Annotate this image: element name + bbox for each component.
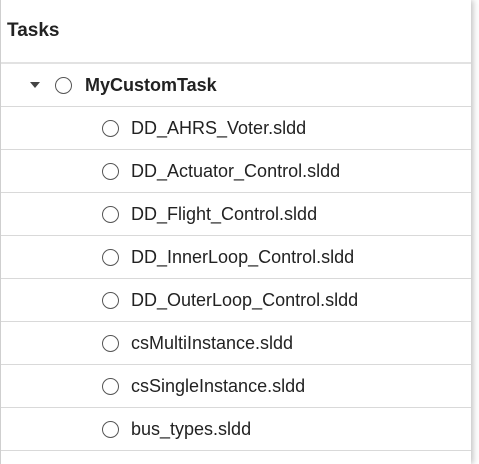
tree-row-child[interactable]: DD_Flight_Control.sldd <box>1 193 471 236</box>
radio-button[interactable] <box>102 162 119 180</box>
tree-row-label: DD_Actuator_Control.sldd <box>131 160 341 181</box>
radio-button[interactable] <box>102 420 119 438</box>
tree-row-label: DD_AHRS_Voter.sldd <box>131 117 307 138</box>
radio-button[interactable] <box>102 334 119 352</box>
tree-row-child[interactable]: DD_AHRS_Voter.sldd <box>1 107 471 150</box>
tree-row-child[interactable]: bus_types.sldd <box>1 408 471 451</box>
tree-row-label: bus_types.sldd <box>131 418 252 439</box>
task-tree: MyCustomTask DD_AHRS_Voter.sldd DD_Actua… <box>1 64 471 451</box>
caret-down-icon[interactable] <box>29 79 41 91</box>
tree-row-label: csMultiInstance.sldd <box>131 332 294 353</box>
tree-row-child[interactable]: csMultiInstance.sldd <box>1 322 471 365</box>
radio-button[interactable] <box>102 205 119 223</box>
tree-row-label: MyCustomTask <box>85 74 217 95</box>
tree-row-child[interactable]: DD_OuterLoop_Control.sldd <box>1 279 471 322</box>
tree-row-label: csSingleInstance.sldd <box>131 375 306 396</box>
tasks-header: Tasks <box>1 0 471 64</box>
tree-row-label: DD_Flight_Control.sldd <box>131 203 318 224</box>
tree-row-child[interactable]: csSingleInstance.sldd <box>1 365 471 408</box>
radio-button[interactable] <box>102 119 119 137</box>
tree-row-label: DD_OuterLoop_Control.sldd <box>131 289 359 310</box>
radio-button[interactable] <box>102 291 119 309</box>
radio-button[interactable] <box>102 248 119 266</box>
tree-row-child[interactable]: DD_Actuator_Control.sldd <box>1 150 471 193</box>
tree-row-child[interactable]: DD_InnerLoop_Control.sldd <box>1 236 471 279</box>
tasks-panel: Tasks MyCustomTask DD_AHRS_Voter.sldd DD… <box>0 0 471 464</box>
radio-button[interactable] <box>102 377 119 395</box>
tasks-header-title: Tasks <box>7 20 60 41</box>
radio-button[interactable] <box>55 76 72 94</box>
tree-row-label: DD_InnerLoop_Control.sldd <box>131 246 355 267</box>
tree-row-mycustomtask[interactable]: MyCustomTask <box>1 64 471 107</box>
